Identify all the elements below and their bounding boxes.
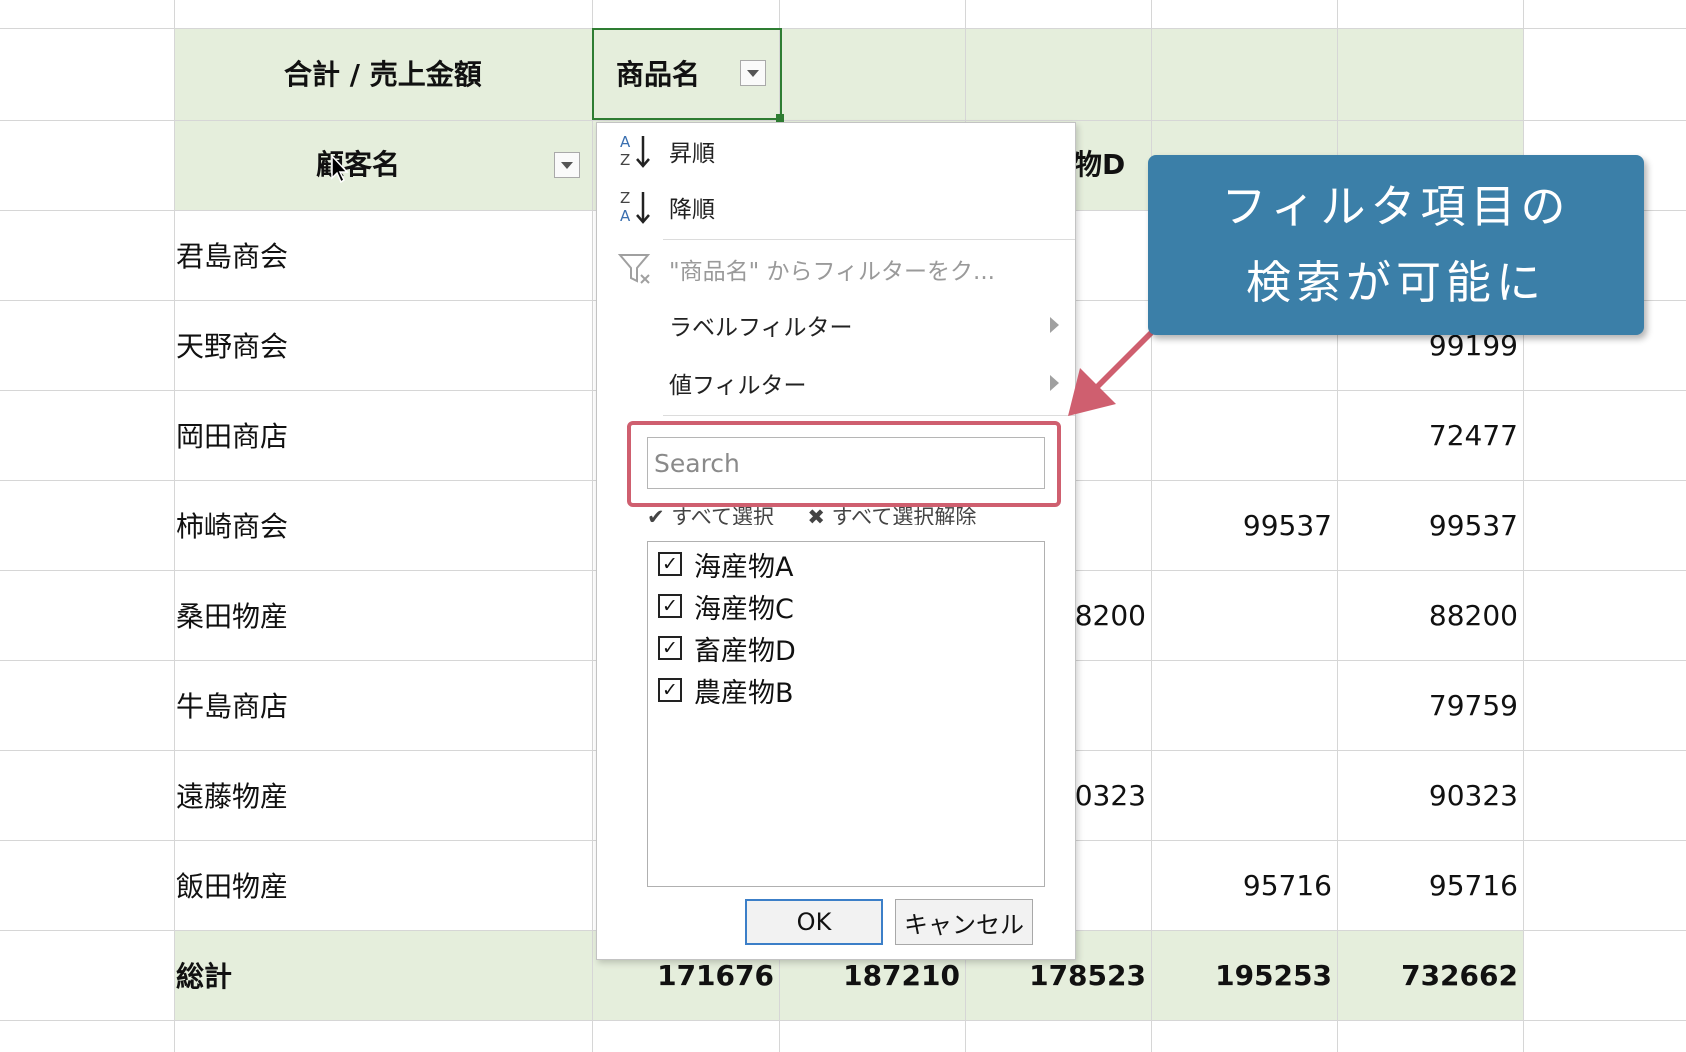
value-cell[interactable]: 99537 (1152, 480, 1332, 570)
annotation-callout: フィルタ項目の 検索が可能に (1148, 155, 1644, 335)
row-total-cell[interactable]: 72477 (1338, 390, 1518, 480)
active-cell-outline (592, 28, 782, 120)
funnel-clear-icon (615, 249, 655, 289)
search-highlight-box (627, 421, 1061, 507)
submenu-arrow-icon (1050, 317, 1059, 333)
row-field-header[interactable]: 顧客名 (316, 118, 400, 208)
grand-total-label: 総計 (176, 960, 233, 993)
row-total-cell[interactable]: 79759 (1338, 660, 1518, 750)
ok-button[interactable]: OK (745, 899, 883, 945)
column-header-partial: 物D (1074, 148, 1126, 181)
customer-name[interactable]: 桑田物産 (176, 570, 576, 660)
sort-a-to-z-icon: A Z (615, 131, 655, 171)
svg-text:Z: Z (620, 189, 630, 207)
callout-line: 検索が可能に (1245, 256, 1546, 309)
row-total-cell[interactable]: 90323 (1338, 750, 1518, 840)
callout-line: フィルタ項目の (1221, 180, 1571, 233)
svg-text:A: A (620, 207, 631, 225)
menu-item-label: 値フィルター (669, 373, 807, 399)
filter-item[interactable]: ✓ 畜産物D (658, 628, 796, 668)
submenu-arrow-icon (1050, 375, 1059, 391)
customer-name[interactable]: 牛島商店 (176, 660, 576, 750)
pivot-value-header: 合計 / 売上金額 (284, 58, 482, 91)
filter-dropdown-menu: A Z 昇順 Z A 降順 "商品名" からフィルターをク... ラベルフィルタ… (596, 122, 1076, 960)
row-total-cell[interactable]: 95716 (1338, 840, 1518, 930)
customer-name[interactable]: 天野商会 (176, 300, 576, 390)
customer-name[interactable]: 飯田物産 (176, 840, 576, 930)
menu-separator (663, 415, 1075, 416)
row-total-cell[interactable]: 88200 (1338, 570, 1518, 660)
grand-total-cell[interactable]: 732662 (1344, 930, 1518, 1020)
checkbox-checked-icon[interactable]: ✓ (658, 636, 682, 660)
checkbox-checked-icon[interactable]: ✓ (658, 552, 682, 576)
filter-item-label: 海産物A (694, 551, 794, 583)
menu-item-label: ラベルフィルター (669, 315, 853, 341)
row-total-cell[interactable]: 99537 (1338, 480, 1518, 570)
filter-item[interactable]: ✓ 海産物A (658, 544, 793, 584)
menu-item-clear-filter: "商品名" からフィルターをク... (597, 241, 1075, 297)
menu-item-value-filter[interactable]: 値フィルター (597, 355, 1075, 411)
menu-item-label: "商品名" からフィルターをク... (669, 259, 995, 285)
fill-handle[interactable] (776, 114, 784, 122)
menu-item-label: 降順 (669, 197, 715, 223)
filter-item[interactable]: ✓ 農産物B (658, 670, 794, 710)
mouse-pointer-icon (331, 154, 349, 184)
customer-name[interactable]: 柿崎商会 (176, 480, 576, 570)
menu-item-sort-desc[interactable]: Z A 降順 (597, 179, 1075, 235)
sort-z-to-a-icon: Z A (615, 187, 655, 227)
customer-name[interactable]: 岡田商店 (176, 390, 576, 480)
filter-item-label: 海産物C (694, 593, 794, 625)
cancel-button[interactable]: キャンセル (895, 899, 1033, 945)
filter-item[interactable]: ✓ 海産物C (658, 586, 794, 626)
customer-name[interactable]: 遠藤物産 (176, 750, 576, 840)
menu-separator (663, 239, 1075, 240)
menu-item-sort-asc[interactable]: A Z 昇順 (597, 123, 1075, 179)
grand-total-cell[interactable]: 195253 (1158, 930, 1332, 1020)
checkbox-checked-icon[interactable]: ✓ (658, 594, 682, 618)
customer-name[interactable]: 君島商会 (176, 210, 576, 300)
svg-text:A: A (620, 133, 631, 151)
filter-item-list: ✓ 海産物A ✓ 海産物C ✓ 畜産物D ✓ 農産物B (647, 541, 1045, 887)
value-cell[interactable]: 95716 (1152, 840, 1332, 930)
filter-item-label: 農産物B (694, 677, 794, 709)
svg-text:Z: Z (620, 151, 630, 169)
checkbox-checked-icon[interactable]: ✓ (658, 678, 682, 702)
row-filter-dropdown-icon[interactable] (554, 152, 580, 178)
filter-item-label: 畜産物D (694, 635, 796, 667)
menu-item-label-filter[interactable]: ラベルフィルター (597, 297, 1075, 353)
menu-item-label: 昇順 (669, 141, 715, 167)
